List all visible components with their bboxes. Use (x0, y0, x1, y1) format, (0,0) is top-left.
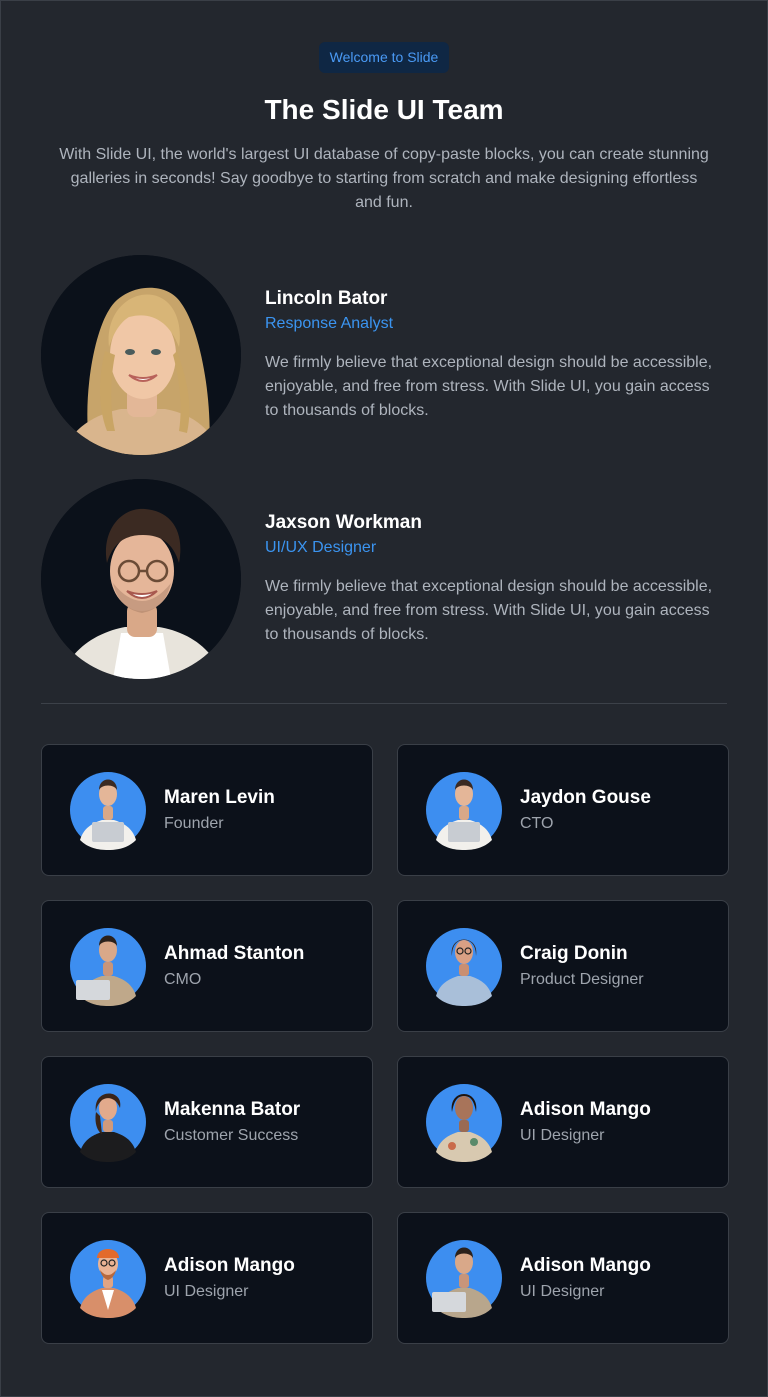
avatar-icon (426, 1240, 502, 1318)
member-role: Product Designer (520, 970, 644, 988)
member-role: Founder (164, 814, 224, 832)
team-card: Makenna Bator Customer Success (41, 1056, 373, 1188)
featured-member: Lincoln Bator Response Analyst We firmly… (41, 255, 727, 455)
member-name: Craig Donin (520, 942, 628, 964)
welcome-badge: Welcome to Slide (318, 42, 450, 73)
card-info: Adison Mango UI Designer (520, 1098, 651, 1147)
card-info: Ahmad Stanton CMO (164, 942, 304, 991)
avatar-icon (426, 928, 502, 1006)
page-title: The Slide UI Team (264, 94, 504, 125)
card-info: Maren Levin Founder (164, 786, 275, 835)
team-card: Maren Levin Founder (41, 744, 373, 876)
avatar (41, 479, 241, 679)
avatar-icon (70, 772, 146, 850)
card-info: Jaydon Gouse CTO (520, 786, 651, 835)
member-name: Adison Mango (520, 1254, 651, 1276)
page-description: With Slide UI, the world's largest UI da… (59, 146, 709, 211)
member-role: UI Designer (164, 1282, 249, 1300)
member-role: CTO (520, 814, 554, 832)
member-info: Jaxson Workman UI/UX Designer We firmly … (265, 479, 713, 647)
member-name: Lincoln Bator (265, 288, 388, 309)
avatar-icon (70, 1084, 146, 1162)
card-info: Adison Mango UI Designer (520, 1254, 651, 1303)
woman-portrait-icon (41, 255, 241, 455)
member-bio: We firmly believe that exceptional desig… (265, 354, 713, 419)
member-bio: We firmly believe that exceptional desig… (265, 578, 713, 643)
avatar-icon (70, 928, 146, 1006)
team-header: Welcome to Slide The Slide UI Team With … (41, 1, 727, 215)
featured-member: Jaxson Workman UI/UX Designer We firmly … (41, 479, 727, 679)
member-name: Maren Levin (164, 786, 275, 808)
team-card: Craig Donin Product Designer (397, 900, 729, 1032)
avatar (41, 255, 241, 455)
section-divider (41, 703, 727, 704)
featured-members: Lincoln Bator Response Analyst We firmly… (41, 255, 727, 679)
member-name: Adison Mango (164, 1254, 295, 1276)
team-card: Adison Mango UI Designer (397, 1056, 729, 1188)
team-card: Jaydon Gouse CTO (397, 744, 729, 876)
team-page: Welcome to Slide The Slide UI Team With … (0, 0, 768, 1397)
member-role: Customer Success (164, 1126, 299, 1144)
team-card: Ahmad Stanton CMO (41, 900, 373, 1032)
card-info: Adison Mango UI Designer (164, 1254, 295, 1303)
member-role: Response Analyst (265, 315, 394, 332)
member-role: CMO (164, 970, 202, 988)
member-name: Jaxson Workman (265, 512, 422, 533)
man-portrait-icon (41, 479, 241, 679)
avatar-icon (426, 772, 502, 850)
avatar-icon (70, 1240, 146, 1318)
member-role: UI Designer (520, 1282, 605, 1300)
card-info: Craig Donin Product Designer (520, 942, 644, 991)
team-card: Adison Mango UI Designer (41, 1212, 373, 1344)
card-info: Makenna Bator Customer Success (164, 1098, 300, 1147)
member-info: Lincoln Bator Response Analyst We firmly… (265, 255, 713, 423)
member-role: UI/UX Designer (265, 539, 377, 556)
team-grid: Maren Levin Founder Jaydon Gouse CTO Ahm… (41, 744, 729, 1344)
team-card: Adison Mango UI Designer (397, 1212, 729, 1344)
member-name: Adison Mango (520, 1098, 651, 1120)
member-role: UI Designer (520, 1126, 605, 1144)
member-name: Makenna Bator (164, 1098, 301, 1120)
member-name: Ahmad Stanton (164, 942, 305, 964)
avatar-icon (426, 1084, 502, 1162)
member-name: Jaydon Gouse (520, 786, 651, 808)
